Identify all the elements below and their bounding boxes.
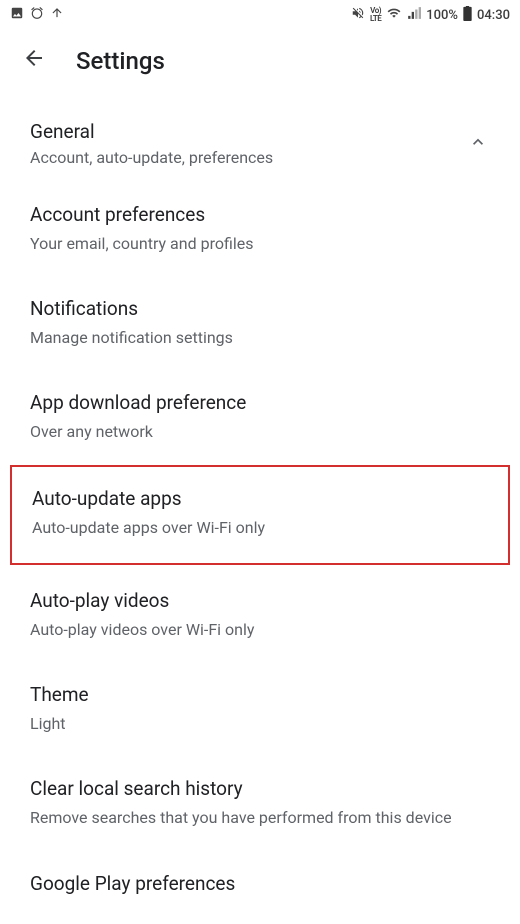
item-title: Auto-update apps <box>32 487 488 512</box>
back-arrow-icon[interactable] <box>22 46 46 76</box>
chevron-up-icon <box>468 132 488 157</box>
item-subtitle: Light <box>30 713 490 735</box>
settings-content: General Account, auto-update, preference… <box>0 86 520 921</box>
item-google-play-preferences[interactable]: Google Play preferences <box>0 850 520 922</box>
signal-icon <box>407 6 421 24</box>
item-subtitle: Remove searches that you have performed … <box>30 807 490 829</box>
item-app-download-preference[interactable]: App download preference Over any network <box>0 369 520 463</box>
page-title: Settings <box>76 47 165 75</box>
app-header: Settings <box>0 28 520 86</box>
item-auto-play-videos[interactable]: Auto-play videos Auto-play videos over W… <box>0 567 520 661</box>
item-auto-update-apps[interactable]: Auto-update apps Auto-update apps over W… <box>10 465 510 565</box>
item-title: Google Play preferences <box>30 872 490 897</box>
item-subtitle: Auto-update apps over Wi-Fi only <box>32 517 488 539</box>
item-title: Auto-play videos <box>30 589 490 614</box>
item-title: Theme <box>30 683 490 708</box>
wifi-icon <box>386 6 402 24</box>
upload-icon <box>50 6 64 24</box>
section-title: General <box>30 120 273 143</box>
item-title: Clear local search history <box>30 777 490 802</box>
battery-percent: 100% <box>426 8 458 23</box>
clock-time: 04:30 <box>477 8 510 23</box>
item-subtitle: Your email, country and profiles <box>30 233 490 255</box>
item-title: App download preference <box>30 391 490 416</box>
section-general[interactable]: General Account, auto-update, preference… <box>0 96 520 181</box>
item-subtitle: Auto-play videos over Wi-Fi only <box>30 619 490 641</box>
alarm-icon <box>30 6 44 24</box>
picture-icon <box>10 6 24 24</box>
status-right-icons: Vo) LTE 100% 04:30 <box>351 6 510 25</box>
vibrate-mute-icon <box>351 6 365 24</box>
item-theme[interactable]: Theme Light <box>0 661 520 755</box>
item-notifications[interactable]: Notifications Manage notification settin… <box>0 275 520 369</box>
item-subtitle: Manage notification settings <box>30 327 490 349</box>
volte-label: Vo) LTE <box>370 7 381 23</box>
item-title: Notifications <box>30 297 490 322</box>
item-account-preferences[interactable]: Account preferences Your email, country … <box>0 181 520 275</box>
battery-icon <box>463 6 472 25</box>
status-left-icons <box>10 6 64 24</box>
section-subtitle: Account, auto-update, preferences <box>30 148 273 167</box>
item-clear-local-search-history[interactable]: Clear local search history Remove search… <box>0 755 520 849</box>
status-bar: Vo) LTE 100% 04:30 <box>0 0 520 28</box>
item-title: Account preferences <box>30 203 490 228</box>
item-subtitle: Over any network <box>30 421 490 443</box>
